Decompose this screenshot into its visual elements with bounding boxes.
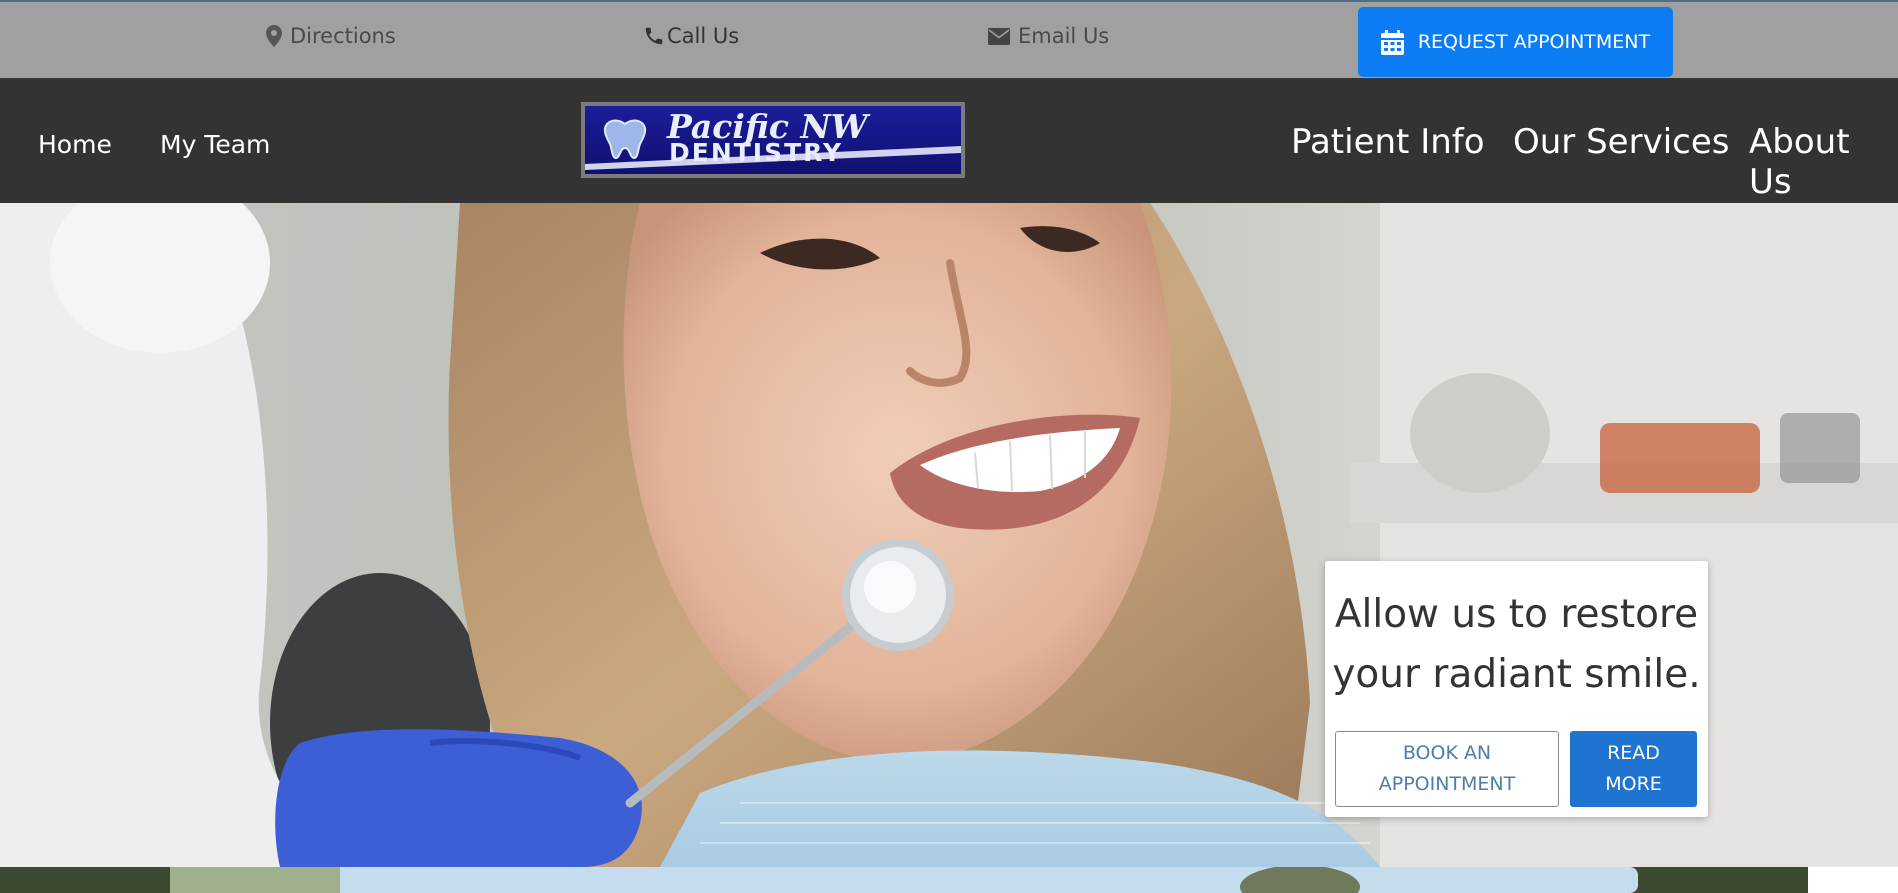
calendar-icon — [1380, 29, 1404, 55]
site-logo[interactable]: Pacific NW DENTISTRY — [581, 102, 965, 178]
call-us-link[interactable]: Call Us — [643, 24, 739, 48]
hero-headline: Allow us to restore your radiant smile. — [1325, 585, 1708, 705]
book-appointment-button[interactable]: BOOK AN APPOINTMENT — [1335, 731, 1559, 807]
read-label-line1: READ — [1607, 742, 1660, 764]
read-more-button[interactable]: READ MORE — [1570, 731, 1697, 807]
next-section-preview — [0, 867, 1898, 893]
nav-home[interactable]: Home — [38, 130, 112, 159]
email-us-label: Email Us — [1018, 24, 1110, 48]
next-section-image — [0, 867, 1898, 893]
request-appointment-label: REQUEST APPOINTMENT — [1417, 31, 1651, 53]
hero-headline-line2: your radiant smile. — [1332, 652, 1701, 697]
nav-patient-info[interactable]: Patient Info — [1291, 122, 1485, 162]
pacific-nw-dentistry-logo: Pacific NW DENTISTRY — [585, 106, 961, 174]
call-us-label: Call Us — [667, 24, 740, 48]
hero-headline-line1: Allow us to restore — [1334, 592, 1699, 637]
nav-our-services[interactable]: Our Services — [1513, 122, 1729, 162]
email-us-link[interactable]: Email Us — [988, 24, 1109, 48]
map-pin-icon — [266, 25, 282, 47]
phone-icon — [645, 27, 663, 45]
book-label-line1: BOOK AN — [1402, 742, 1492, 764]
logo-line2: DENTISTRY — [669, 138, 843, 167]
envelope-icon — [988, 27, 1010, 45]
directions-link[interactable]: Directions — [266, 24, 396, 48]
read-label-line2: MORE — [1605, 773, 1662, 795]
hero-cta-card: Allow us to restore your radiant smile. … — [1325, 561, 1708, 817]
request-appointment-button[interactable]: REQUEST APPOINTMENT — [1358, 7, 1673, 77]
nav-my-team[interactable]: My Team — [160, 130, 270, 159]
book-label-line2: APPOINTMENT — [1378, 773, 1516, 795]
directions-label: Directions — [290, 24, 396, 48]
main-navbar: Home My Team Pacific NW DENTISTRY Patien… — [0, 78, 1898, 203]
nav-about-us[interactable]: About Us — [1749, 122, 1898, 202]
top-utility-bar: Directions Call Us Email Us REQUEST APPO… — [0, 0, 1898, 78]
